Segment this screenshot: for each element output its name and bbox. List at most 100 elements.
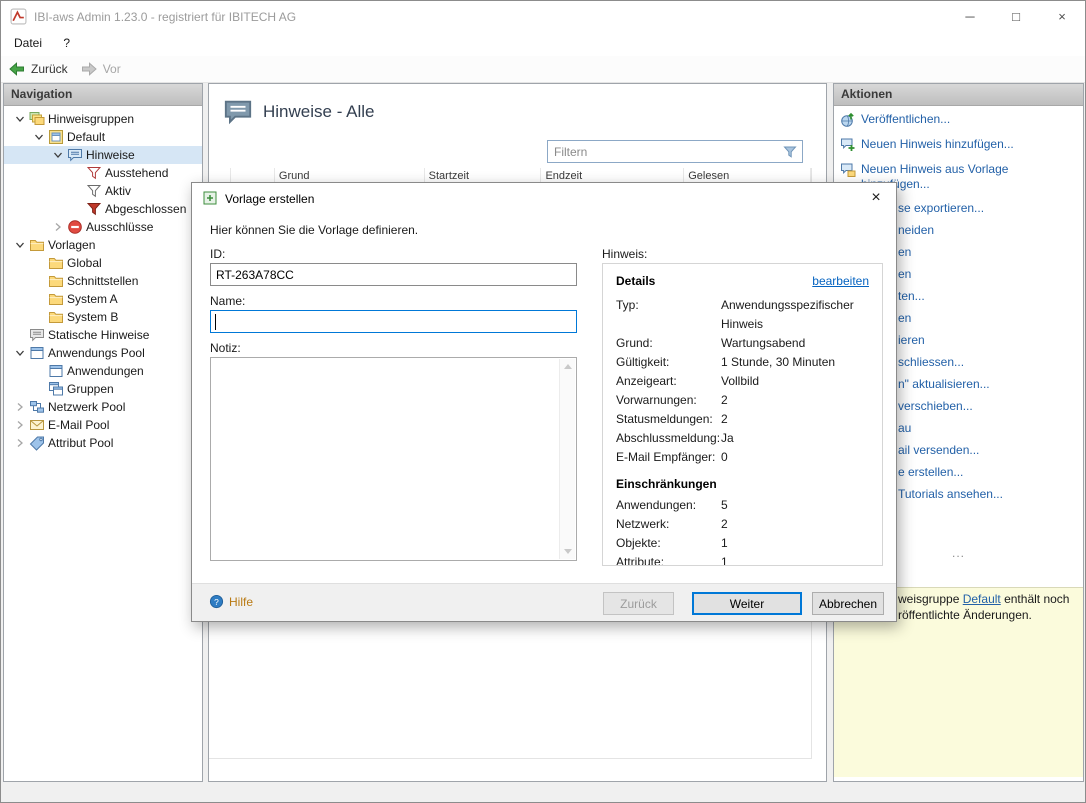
- menu-help[interactable]: ?: [54, 32, 79, 54]
- folder-icon: [48, 255, 64, 271]
- tree-item-system-b[interactable]: System B: [4, 308, 202, 326]
- dialog-title: Vorlage erstellen: [225, 192, 315, 206]
- tree-item-anwendungen[interactable]: Anwendungen: [4, 362, 202, 380]
- tree-item-hinweisgruppen[interactable]: Hinweisgruppen: [4, 110, 202, 128]
- back-wizard-button[interactable]: Zurück: [603, 592, 674, 615]
- action-label: ieren: [898, 333, 925, 347]
- chevron-collapsed-icon[interactable]: [50, 219, 66, 235]
- filter-funnel-icon[interactable]: [782, 144, 799, 160]
- detail-row-vorwarnungen: Vorwarnungen: 2: [616, 391, 869, 410]
- notes-stack-icon: [29, 111, 45, 127]
- tree-item-gruppen[interactable]: Gruppen: [4, 380, 202, 398]
- notification-text-line2: röffentlichte Änderungen.: [898, 608, 1032, 622]
- restrictions-title: Einschränkungen: [616, 477, 717, 491]
- scroll-down-icon[interactable]: [564, 549, 572, 554]
- action-label: schliessen...: [898, 355, 965, 369]
- action-label: au: [898, 421, 912, 435]
- tree-item-anwendungs-pool[interactable]: Anwendungs Pool: [4, 344, 202, 362]
- network-icon: [29, 399, 45, 415]
- tree-item-statische-hinweise[interactable]: Statische Hinweise: [4, 326, 202, 344]
- tree-item-e-mail-pool[interactable]: E-Mail Pool: [4, 416, 202, 434]
- maximize-button[interactable]: □: [993, 1, 1039, 32]
- speech-bubble-icon: [67, 147, 83, 163]
- menubar: Datei ?: [1, 32, 1085, 56]
- detail-value: Ja: [721, 431, 734, 445]
- tree-item-aktiv[interactable]: Aktiv: [4, 182, 202, 200]
- tree-item-label: Statische Hinweise: [48, 328, 150, 342]
- detail-value: 2: [721, 393, 728, 407]
- tree-item-abgeschlossen[interactable]: Abgeschlossen: [4, 200, 202, 218]
- tree-item-system-a[interactable]: System A: [4, 290, 202, 308]
- detail-label: Gültigkeit:: [616, 355, 670, 369]
- detail-label: Anwendungen:: [616, 498, 697, 512]
- folder-icon: [29, 237, 45, 253]
- forward-button[interactable]: Vor: [80, 61, 121, 77]
- tree-item-ausstehend[interactable]: Ausstehend: [4, 164, 202, 182]
- back-arrow-icon: [8, 61, 26, 77]
- tree-item-ausschlüsse[interactable]: Ausschlüsse: [4, 218, 202, 236]
- detail-label: E-Mail Empfänger:: [616, 450, 716, 464]
- detail-row-anzeigeart: Anzeigeart: Vollbild: [616, 372, 869, 391]
- tree-item-netzwerk-pool[interactable]: Netzwerk Pool: [4, 398, 202, 416]
- details-title: Details: [616, 274, 656, 288]
- detail-label: Vorwarnungen:: [616, 393, 697, 407]
- action-label: Neuen Hinweis hinzufügen...: [861, 137, 1014, 151]
- folder-icon: [48, 309, 64, 325]
- tree-item-attribut-pool[interactable]: Attribut Pool: [4, 434, 202, 452]
- tree-item-vorlagen[interactable]: Vorlagen: [4, 236, 202, 254]
- notification-text-part: weisgruppe: [898, 592, 963, 606]
- name-input[interactable]: [211, 311, 576, 332]
- notiz-scrollbar[interactable]: [559, 359, 575, 559]
- window-controls: ─ □ ×: [947, 1, 1085, 32]
- id-input[interactable]: [210, 263, 577, 286]
- detail-value: Wartungsabend: [721, 336, 806, 350]
- tree-item-label: Gruppen: [67, 382, 114, 396]
- notiz-textarea[interactable]: [210, 357, 577, 561]
- minimize-button[interactable]: ─: [947, 1, 993, 32]
- action-neuen-hinweis-hinzufügen[interactable]: Neuen Hinweis hinzufügen...: [840, 137, 1079, 153]
- scroll-up-icon[interactable]: [564, 364, 572, 369]
- abbrechen-button[interactable]: Abbrechen: [812, 592, 884, 615]
- mail-icon: [29, 417, 45, 433]
- tree-item-label: Anwendungen: [67, 364, 144, 378]
- actions-header: Aktionen: [834, 84, 1083, 106]
- weiter-button[interactable]: Weiter: [692, 592, 802, 615]
- close-button[interactable]: ×: [1039, 1, 1085, 32]
- action-label: ail versenden...: [898, 443, 980, 457]
- chevron-collapsed-icon[interactable]: [12, 435, 28, 451]
- tree-item-schnittstellen[interactable]: Schnittstellen: [4, 272, 202, 290]
- navigation-panel: Navigation Hinweisgruppen Default Hinweise…: [3, 83, 203, 782]
- filter-input[interactable]: [548, 144, 782, 159]
- default-group-link[interactable]: Default: [963, 592, 1001, 606]
- dialog-close-button[interactable]: ×: [865, 187, 887, 209]
- chevron-expanded-icon[interactable]: [50, 147, 66, 163]
- detail-label: Objekte:: [616, 536, 661, 550]
- filter-box: [547, 140, 803, 163]
- bearbeiten-link[interactable]: bearbeiten: [812, 274, 869, 288]
- detail-value: 1 Stunde, 30 Minuten: [721, 355, 836, 369]
- tree-item-hinweise[interactable]: Hinweise: [4, 146, 202, 164]
- detail-label: Abschlussmeldung:: [616, 431, 721, 445]
- chevron-expanded-icon[interactable]: [12, 345, 28, 361]
- restrictions-rows: Anwendungen: 5 Netzwerk: 2 Objekte: 1 Attribut…: [616, 496, 869, 565]
- tree-item-global[interactable]: Global: [4, 254, 202, 272]
- chevron-expanded-icon[interactable]: [12, 111, 28, 127]
- note-template-icon: [840, 162, 856, 178]
- action-label: Veröffentlichen...: [861, 112, 951, 126]
- chevron-collapsed-icon[interactable]: [12, 399, 28, 415]
- menu-datei[interactable]: Datei: [5, 32, 51, 54]
- detail-row-grund: Grund: Wartungsabend: [616, 334, 869, 353]
- chevron-expanded-icon[interactable]: [12, 237, 28, 253]
- help-link[interactable]: ? Hilfe: [209, 594, 253, 609]
- back-button[interactable]: Zurück: [8, 61, 68, 77]
- tree-item-default[interactable]: Default: [4, 128, 202, 146]
- filter-pending-icon: [86, 165, 102, 181]
- chevron-collapsed-icon[interactable]: [12, 417, 28, 433]
- chevron-expanded-icon[interactable]: [31, 129, 47, 145]
- action-veröffentlichen[interactable]: Veröffentlichen...: [840, 112, 1079, 128]
